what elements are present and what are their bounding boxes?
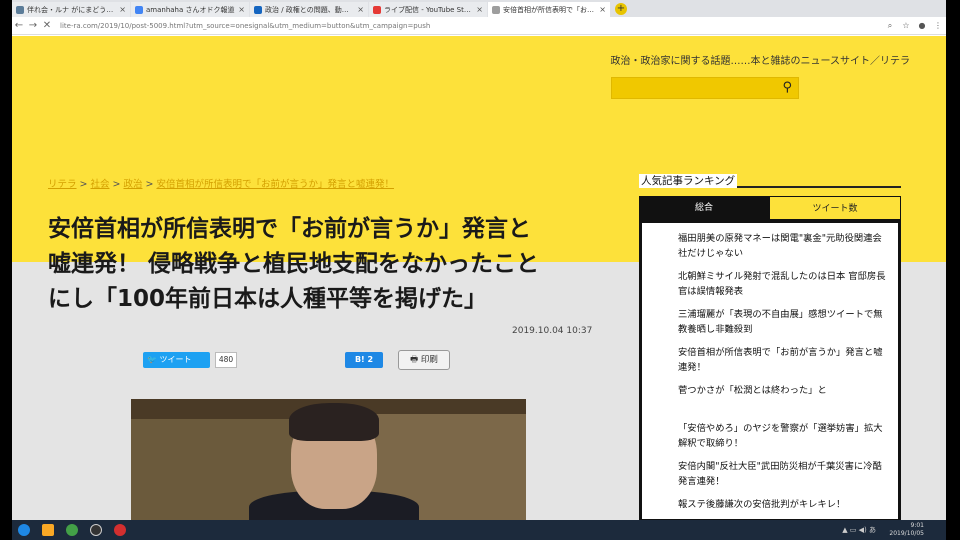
close-icon[interactable]: × [119,5,126,14]
browser-tab[interactable]: ライブ配信 - YouTube Studio × [369,2,487,17]
article-title: 安倍首相が所信表明で「お前が言うか」発言と 嘘連発！ 侵略戦争と植民地支配をなか… [48,212,608,317]
printer-icon: 🖶 [410,355,419,365]
breadcrumb-link[interactable]: 政治 [123,179,142,190]
tab-tweet-count[interactable]: ツイート数 [769,196,901,220]
flame-icon[interactable] [108,520,132,540]
ranking-item[interactable]: 北朝鮮ミサイル発射で混乱したのは日本 官邸房長官は誤情報発表 [642,261,898,299]
share-bar: 🐦 ツイート 480 B! 2 🖶 印刷 [143,350,603,370]
browser-tab[interactable]: 政治 / 政権との問題、動画をご読む× [250,2,368,17]
clock-time: 9:01 [910,522,924,529]
star-icon[interactable]: ☆ [898,21,914,30]
ranking-tabs: 総合 ツイート数 [639,196,901,220]
article-date: 2019.10.04 10:37 [512,326,593,336]
photo-hair [289,403,379,441]
ranking-list: 福田朋美の原発マネーは関電"裏金"元助役関連会社だけじゃない 北朝鮮ミサイル発射… [642,223,898,519]
ranking-item[interactable]: 安倍首相が所信表明で「お前が言うか」発言と嘘連発！ [642,337,898,375]
title-line: にし「100年前日本は人種平等を掲げた」 [48,286,488,312]
url-field[interactable]: lite-ra.com/2019/10/post-5009.html?utm_s… [60,19,876,33]
tab-favicon [135,5,143,14]
chrome-icon[interactable] [60,520,84,540]
ranking-list-box: 福田朋美の原発マネーは関電"裏金"元助役関連会社だけじゃない 北朝鮮ミサイル発射… [639,220,901,522]
breadcrumb: リテラ > 社会 > 政治 > 安倍首相が所信表明で「お前が言うか」発言と嘘連発！ [48,176,394,190]
zoom-icon[interactable]: ⌕ [882,21,898,31]
new-tab-button[interactable]: + [615,3,627,15]
browser-tab[interactable]: amanhaha さんオドク報道 × [131,2,249,17]
tab-favicon [16,5,24,14]
forward-icon[interactable]: → [26,20,40,31]
close-icon[interactable]: × [238,5,245,14]
browser-window: 伴れ会・ルナ がにまどうれゃ不常の× amanhaha さんオドク報道× 政治 … [12,0,946,540]
search-input[interactable]: ⚲ [611,77,799,99]
tab-title: 伴れ会・ルナ がにまどうれゃ不常の [27,5,116,14]
tray-icons[interactable]: ▲ ▭ ◀) あ [842,525,876,535]
breadcrumb-link[interactable]: 安倍首相が所信表明で「お前が言うか」発言と嘘連発！ [156,179,394,190]
tweet-button[interactable]: 🐦 ツイート [143,352,210,368]
web-page: 政治・政治家に関する話題……本と雑誌のニュースサイト／リテラ ⚲ リテラ > 社会 >… [12,36,946,522]
ranking-heading-text: 人気記事ランキング [639,174,738,188]
ranking-item[interactable]: 菅つかさが「松潤とは終わった」と [642,375,898,413]
print-button[interactable]: 🖶 印刷 [398,350,450,370]
obs-icon[interactable] [84,520,108,540]
tab-favicon [373,5,381,14]
address-bar: ← → ✕ lite-ra.com/2019/10/post-5009.html… [12,17,946,35]
site-tagline: 政治・政治家に関する話題……本と雑誌のニュースサイト／リテラ [610,56,911,67]
tab-overall[interactable]: 総合 [639,196,769,220]
extension-icon[interactable]: ● [914,21,930,30]
tab-title: ライブ配信 - YouTube Studio [384,5,474,14]
ranking-item[interactable]: 三浦瑠麗が「表現の不自由展」感想ツイートで無教養晒し非難殺到 [642,299,898,337]
print-label: 印刷 [420,355,438,365]
breadcrumb-separator: > [112,179,121,190]
browser-tab[interactable]: 伴れ会・ルナ がにまどうれゃ不常の× [12,2,130,17]
ranking-heading: 人気記事ランキング [639,174,901,188]
back-icon[interactable]: ← [12,20,26,31]
clock-date: 2019/10/05 [889,530,924,537]
close-icon[interactable]: × [599,5,606,14]
clock[interactable]: 9:01 2019/10/05 [889,522,924,538]
breadcrumb-link[interactable]: 社会 [90,179,109,190]
breadcrumb-separator: > [145,179,154,190]
windows-taskbar: ▲ ▭ ◀) あ 9:01 2019/10/05 [12,520,946,540]
close-icon[interactable]: × [476,5,483,14]
tweet-label: ツイート [159,355,192,364]
ranking-item[interactable]: 安倍内閣"反社大臣"武田防災相が千葉災害に冷酷発言連発！ [642,451,898,489]
title-line: 嘘連発！ 侵略戦争と植民地支配をなかったこと [48,251,540,277]
hatena-bookmark-button[interactable]: B! 2 [345,352,383,368]
tab-strip: 伴れ会・ルナ がにまどうれゃ不常の× amanhaha さんオドク報道× 政治 … [12,0,946,17]
stop-icon[interactable]: ✕ [40,20,54,31]
tweet-count: 480 [215,352,237,368]
close-icon[interactable]: × [357,5,364,14]
tab-title: 政治 / 政権との問題、動画をご読む [265,5,354,14]
folder-icon[interactable] [36,520,60,540]
tab-favicon [492,5,500,14]
tab-title: amanhaha さんオドク報道 [146,5,235,14]
tab-title: 安倍首相が所信表明で「お前が言 [503,5,596,14]
browser-tab-active[interactable]: 安倍首相が所信表明で「お前が言× [488,2,610,17]
search-icon[interactable]: ⚲ [782,80,792,95]
menu-icon[interactable]: ⋮ [930,21,946,30]
breadcrumb-separator: > [79,179,88,190]
title-line: 安倍首相が所信表明で「お前が言うか」発言と [48,216,531,242]
ie-icon[interactable] [12,520,36,540]
article-photo [131,399,526,522]
ranking-item[interactable]: 報ステ後藤謙次の安倍批判がキレキレ！ [642,489,898,519]
breadcrumb-link[interactable]: リテラ [48,179,77,190]
twitter-bird-icon: 🐦 [147,355,157,364]
tab-favicon [254,5,262,14]
ranking-item[interactable]: 福田朋美の原発マネーは関電"裏金"元助役関連会社だけじゃない [642,223,898,261]
ranking-item[interactable]: 「安倍やめろ」のヤジを警察が「選挙妨害」拡大解釈で取締り！ [642,413,898,451]
